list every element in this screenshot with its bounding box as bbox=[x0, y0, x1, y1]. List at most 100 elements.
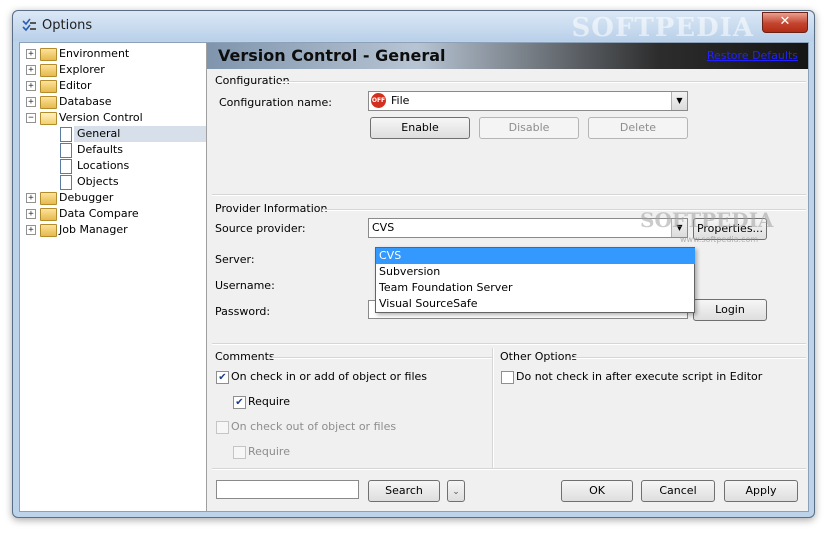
dropdown-option-vss[interactable]: Visual SourceSafe bbox=[376, 296, 695, 312]
enable-button[interactable]: Enable bbox=[370, 117, 470, 139]
title-bar[interactable]: Options SOFTPEDIA ✕ bbox=[13, 11, 814, 43]
dropdown-option-cvs[interactable]: CVS bbox=[376, 248, 695, 264]
configuration-name-value: File bbox=[391, 94, 410, 107]
window-title: Options bbox=[42, 18, 93, 33]
configuration-name-select[interactable]: OFF File ▼ bbox=[368, 91, 688, 111]
tree-item-data-compare[interactable]: + Data Compare bbox=[20, 206, 206, 222]
search-button[interactable]: Search bbox=[368, 480, 440, 502]
login-button[interactable]: Login bbox=[693, 299, 767, 321]
expand-icon[interactable]: + bbox=[26, 193, 36, 203]
tree-item-objects[interactable]: Objects bbox=[60, 174, 206, 190]
require-checkout-label: Require bbox=[248, 445, 290, 458]
tree-item-explorer[interactable]: + Explorer bbox=[20, 62, 206, 78]
expand-icon[interactable]: + bbox=[26, 97, 36, 107]
page-icon bbox=[60, 143, 72, 158]
divider bbox=[272, 357, 492, 359]
tree-label: Database bbox=[59, 95, 112, 108]
close-button[interactable]: ✕ bbox=[762, 12, 808, 33]
comments-group-label: Comments bbox=[215, 350, 275, 363]
search-input[interactable] bbox=[216, 480, 359, 499]
softpedia-watermark: SOFTPEDIA bbox=[571, 13, 754, 43]
divider bbox=[492, 348, 494, 468]
folder-icon bbox=[40, 48, 57, 61]
dropdown-option-subversion[interactable]: Subversion bbox=[376, 264, 695, 280]
require-checkin-label: Require bbox=[248, 395, 290, 408]
expand-icon[interactable]: + bbox=[26, 209, 36, 219]
tree-item-locations[interactable]: Locations bbox=[60, 158, 206, 174]
softpedia-url-watermark: www.softpedia.com bbox=[680, 235, 759, 244]
options-window: Options SOFTPEDIA ✕ + Environment + Expl… bbox=[12, 10, 815, 518]
options-app-icon bbox=[22, 18, 36, 32]
tree-item-editor[interactable]: + Editor bbox=[20, 78, 206, 94]
off-status-icon: OFF bbox=[371, 93, 386, 108]
page-icon bbox=[60, 127, 72, 142]
tree-item-database[interactable]: + Database bbox=[20, 94, 206, 110]
tree-item-job-manager[interactable]: + Job Manager bbox=[20, 222, 206, 238]
tree-label: Job Manager bbox=[59, 223, 128, 236]
source-provider-value: CVS bbox=[372, 221, 395, 234]
expand-icon[interactable]: + bbox=[26, 225, 36, 235]
password-label: Password: bbox=[215, 305, 271, 318]
checkout-comment-label: On check out of object or files bbox=[231, 420, 397, 433]
dropdown-option-tfs[interactable]: Team Foundation Server bbox=[376, 280, 695, 296]
page-header: Version Control - General Restore Defaul… bbox=[207, 43, 808, 69]
apply-button[interactable]: Apply bbox=[724, 480, 798, 502]
folder-icon bbox=[40, 192, 57, 205]
chevron-down-icon[interactable]: ▼ bbox=[671, 92, 687, 110]
collapse-icon[interactable]: − bbox=[26, 113, 36, 123]
no-checkin-after-script-label: Do not check in after execute script in … bbox=[516, 370, 763, 383]
source-provider-dropdown-list[interactable]: CVS Subversion Team Foundation Server Vi… bbox=[375, 247, 695, 313]
folder-icon bbox=[40, 208, 57, 221]
tree-label: Version Control bbox=[59, 111, 143, 124]
tree-item-general[interactable]: General bbox=[60, 126, 206, 142]
folder-icon bbox=[40, 80, 57, 93]
other-options-group-label: Other Options bbox=[500, 350, 578, 363]
tree-label: Defaults bbox=[77, 143, 123, 156]
expand-icon[interactable]: + bbox=[26, 49, 36, 59]
tree-label: Editor bbox=[59, 79, 92, 92]
disable-button[interactable]: Disable bbox=[479, 117, 579, 139]
expand-icon[interactable]: + bbox=[26, 81, 36, 91]
tree-label: Environment bbox=[59, 47, 130, 60]
page-title: Version Control - General bbox=[218, 46, 446, 65]
tree-label: General bbox=[77, 127, 121, 140]
divider bbox=[212, 468, 806, 470]
close-icon: ✕ bbox=[779, 14, 791, 29]
divider bbox=[212, 194, 806, 196]
divider bbox=[280, 81, 806, 83]
ok-button[interactable]: OK bbox=[561, 480, 633, 502]
username-label: Username: bbox=[215, 279, 275, 292]
tree-label: Locations bbox=[77, 159, 130, 172]
tree-item-debugger[interactable]: + Debugger bbox=[20, 190, 206, 206]
open-folder-icon bbox=[40, 112, 57, 125]
tree-label: Data Compare bbox=[59, 207, 139, 220]
double-chevron-down-icon: ⌄ bbox=[452, 487, 460, 497]
client-area: + Environment + Explorer + Editor + Data… bbox=[19, 42, 809, 512]
search-options-button[interactable]: ⌄ bbox=[447, 480, 465, 502]
options-tree[interactable]: + Environment + Explorer + Editor + Data… bbox=[20, 43, 207, 511]
provider-group-label: Provider Information bbox=[215, 202, 328, 215]
cancel-button[interactable]: Cancel bbox=[641, 480, 715, 502]
expand-icon[interactable]: + bbox=[26, 65, 36, 75]
delete-button[interactable]: Delete bbox=[588, 117, 688, 139]
checkin-comment-checkbox[interactable]: ✔ bbox=[216, 371, 229, 384]
no-checkin-after-script-checkbox[interactable] bbox=[501, 371, 514, 384]
require-checkout-checkbox[interactable] bbox=[233, 446, 246, 459]
tree-item-version-control[interactable]: − Version Control bbox=[20, 110, 206, 126]
require-checkin-checkbox[interactable]: ✔ bbox=[233, 396, 246, 409]
source-provider-label: Source provider: bbox=[215, 222, 306, 235]
tree-label: Explorer bbox=[59, 63, 105, 76]
folder-icon bbox=[40, 224, 57, 237]
restore-defaults-link[interactable]: Restore Defaults bbox=[707, 49, 798, 62]
folder-icon bbox=[40, 64, 57, 77]
configuration-group-label: Configuration bbox=[215, 74, 290, 87]
checkin-comment-label: On check in or add of object or files bbox=[231, 370, 428, 383]
server-label: Server: bbox=[215, 253, 255, 266]
checkout-comment-checkbox[interactable] bbox=[216, 421, 229, 434]
page-icon bbox=[60, 159, 72, 174]
tree-item-defaults[interactable]: Defaults bbox=[60, 142, 206, 158]
configuration-name-label: Configuration name: bbox=[219, 96, 332, 109]
tree-item-environment[interactable]: + Environment bbox=[20, 46, 206, 62]
page-icon bbox=[60, 175, 72, 190]
divider bbox=[572, 357, 806, 359]
